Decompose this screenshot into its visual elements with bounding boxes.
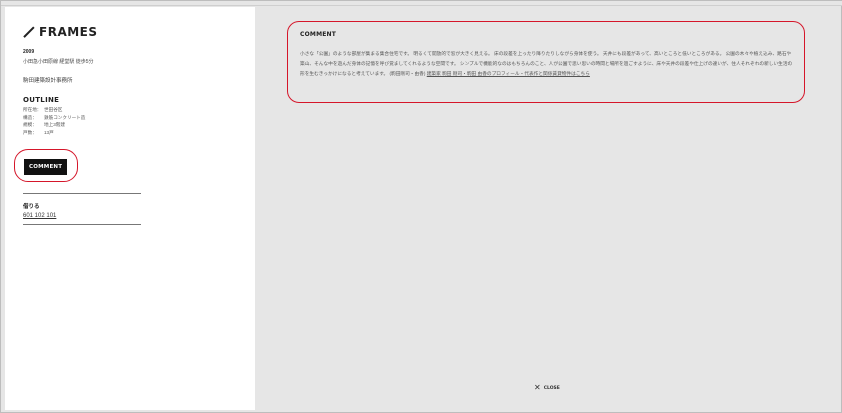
project-station: 小田急小田原線 経堂駅 徒歩5分: [23, 59, 94, 65]
rent-phone-link[interactable]: 601 102 101: [23, 213, 56, 219]
spec-row: 所在地： 世田谷区: [23, 106, 85, 114]
spec-key: 戸数：: [23, 129, 37, 135]
comment-panel: COMMENT 小さな「公園」のような部屋が集まる集合住宅です。 明るくて開放的…: [255, 7, 839, 410]
rent-title: 借りる: [23, 204, 40, 210]
brand-logo[interactable]: FRAMES: [23, 25, 98, 39]
comment-button[interactable]: COMMENT: [24, 159, 68, 175]
spec-value: 13戸: [44, 129, 54, 135]
divider: [23, 224, 141, 225]
comment-title: COMMENT: [300, 31, 337, 38]
spec-value: 地上3階建: [44, 122, 65, 128]
close-label: CLOSE: [543, 385, 560, 391]
divider: [23, 193, 141, 194]
outline-specs: 所在地： 世田谷区 構造： 鉄筋コンクリート造 規模： 地上3階建 戸数： 13…: [23, 106, 85, 136]
brand-name: FRAMES: [39, 25, 98, 39]
outline-title: OUTLINE: [23, 96, 60, 104]
spec-key: 規模：: [23, 122, 37, 128]
spec-row: 規模： 地上3階建: [23, 121, 85, 129]
spec-value: 鉄筋コンクリート造: [44, 114, 86, 120]
left-panel: FRAMES 2009 小田急小田原線 経堂駅 徒歩5分 駒田建築設計事務所 O…: [5, 7, 255, 410]
project-year: 2009: [23, 49, 35, 55]
slash-icon: [23, 26, 35, 38]
spec-row: 戸数： 13戸: [23, 129, 85, 137]
comment-body: 小さな「公園」のような部屋が集まる集合住宅です。 明るくて開放的で窓が大きく見え…: [300, 49, 794, 79]
spec-row: 構造： 鉄筋コンクリート造: [23, 114, 85, 122]
close-icon: ✕: [534, 383, 541, 392]
spec-value: 世田谷区: [44, 107, 63, 112]
architect-profile-link[interactable]: 建築家 駒田 剛司・駒田 由香のプロフィール・代表作と関係賃貸物件はこちら: [427, 71, 590, 76]
comment-box-highlight: COMMENT 小さな「公園」のような部屋が集まる集合住宅です。 明るくて開放的…: [287, 21, 805, 103]
spec-key: 所在地：: [23, 107, 42, 112]
project-architect: 駒田建築設計事務所: [23, 78, 73, 84]
close-button[interactable]: ✕ CLOSE: [534, 384, 560, 392]
spec-key: 構造：: [23, 114, 37, 120]
top-bar: [1, 1, 842, 6]
page-frame: FRAMES 2009 小田急小田原線 経堂駅 徒歩5分 駒田建築設計事務所 O…: [0, 0, 842, 413]
